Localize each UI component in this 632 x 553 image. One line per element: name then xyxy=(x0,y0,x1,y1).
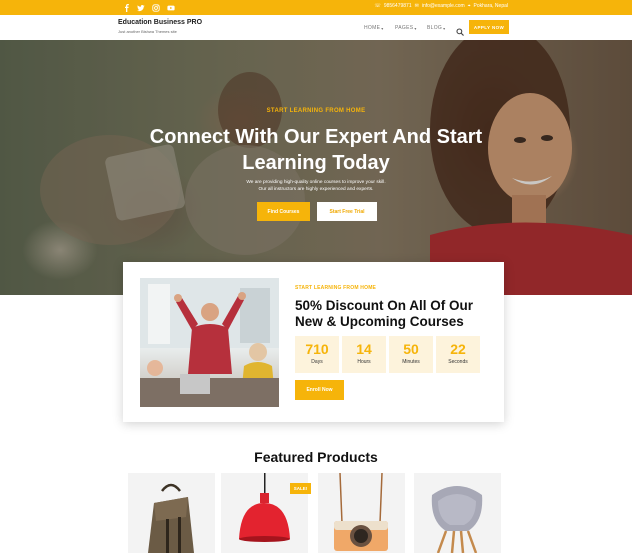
product-card-chair[interactable] xyxy=(414,473,501,553)
countdown-label: Days xyxy=(311,359,323,365)
countdown-hours: 14 Hours xyxy=(342,336,386,373)
countdown-value: 710 xyxy=(305,341,329,357)
promo-image xyxy=(140,278,279,407)
hero-description-line: Our all instructors are highly experienc… xyxy=(258,187,374,192)
featured-products-heading: Featured Products xyxy=(254,449,378,465)
top-contact-info: ☏ 9856479871 ✉ info@example.com ⌖ Pokhar… xyxy=(375,3,508,9)
nav-item-home[interactable]: HOME ▾ xyxy=(364,25,384,31)
camera-image xyxy=(334,473,388,551)
product-card-backpack[interactable] xyxy=(128,473,215,553)
countdown-days: 710 Days xyxy=(295,336,339,373)
site-tagline: Just another Bishwa Themes site xyxy=(118,29,177,34)
contact-email[interactable]: info@example.com xyxy=(422,3,465,9)
countdown-label: Seconds xyxy=(448,359,468,365)
hero-description-line: We are providing high-quality online cou… xyxy=(246,180,386,185)
chevron-down-icon: ▾ xyxy=(381,25,384,31)
nav-item-label: HOME xyxy=(364,25,381,31)
hero-kicker: START LEARNING FROM HOME xyxy=(266,108,366,114)
hero-description: We are providing high-quality online cou… xyxy=(200,179,432,193)
apply-now-button[interactable]: APPLY NOW xyxy=(469,20,509,34)
top-bar xyxy=(0,0,632,15)
email-icon: ✉ xyxy=(414,3,419,9)
phone-icon: ☏ xyxy=(374,3,381,9)
promo-kicker: START LEARNING FROM HOME xyxy=(295,285,377,291)
countdown-value: 14 xyxy=(356,341,372,357)
instagram-icon[interactable] xyxy=(151,3,160,12)
promo-title: 50% Discount On All Of Our New & Upcomin… xyxy=(295,298,474,329)
find-courses-button[interactable]: Find Courses xyxy=(257,202,310,221)
site-header xyxy=(0,15,632,40)
chair-image xyxy=(431,486,483,553)
enroll-now-button[interactable]: Enroll Now xyxy=(295,380,344,400)
countdown-value: 22 xyxy=(450,341,466,357)
twitter-icon[interactable] xyxy=(136,3,145,12)
sale-badge: SALE! xyxy=(290,483,311,494)
countdown-label: Minutes xyxy=(402,359,420,365)
facebook-icon[interactable] xyxy=(122,3,131,12)
nav-item-pages[interactable]: PAGES ▾ xyxy=(395,25,417,31)
countdown-seconds: 22 Seconds xyxy=(436,336,480,373)
countdown-value: 50 xyxy=(403,341,419,357)
chevron-down-icon: ▾ xyxy=(414,25,417,31)
hero-title: Connect With Our Expert And Start Learni… xyxy=(149,126,483,174)
chevron-down-icon: ▾ xyxy=(443,25,446,31)
nav-item-blog[interactable]: BLOG ▾ xyxy=(427,25,445,31)
nav-item-label: BLOG xyxy=(427,25,443,31)
site-title[interactable]: Education Business PRO xyxy=(118,19,202,26)
youtube-icon[interactable] xyxy=(166,3,175,12)
backpack-image xyxy=(148,483,194,553)
countdown-label: Hours xyxy=(357,359,371,365)
contact-phone[interactable]: 9856479871 xyxy=(384,3,412,9)
start-free-trial-button[interactable]: Start Free Trial xyxy=(317,202,377,221)
nav-item-label: PAGES xyxy=(395,25,414,31)
location-icon: ⌖ xyxy=(467,3,471,9)
countdown-minutes: 50 Minutes xyxy=(389,336,433,373)
search-icon[interactable] xyxy=(456,23,464,36)
product-card-camera[interactable] xyxy=(318,473,405,553)
contact-location: Pokhara, Nepal xyxy=(473,3,508,9)
